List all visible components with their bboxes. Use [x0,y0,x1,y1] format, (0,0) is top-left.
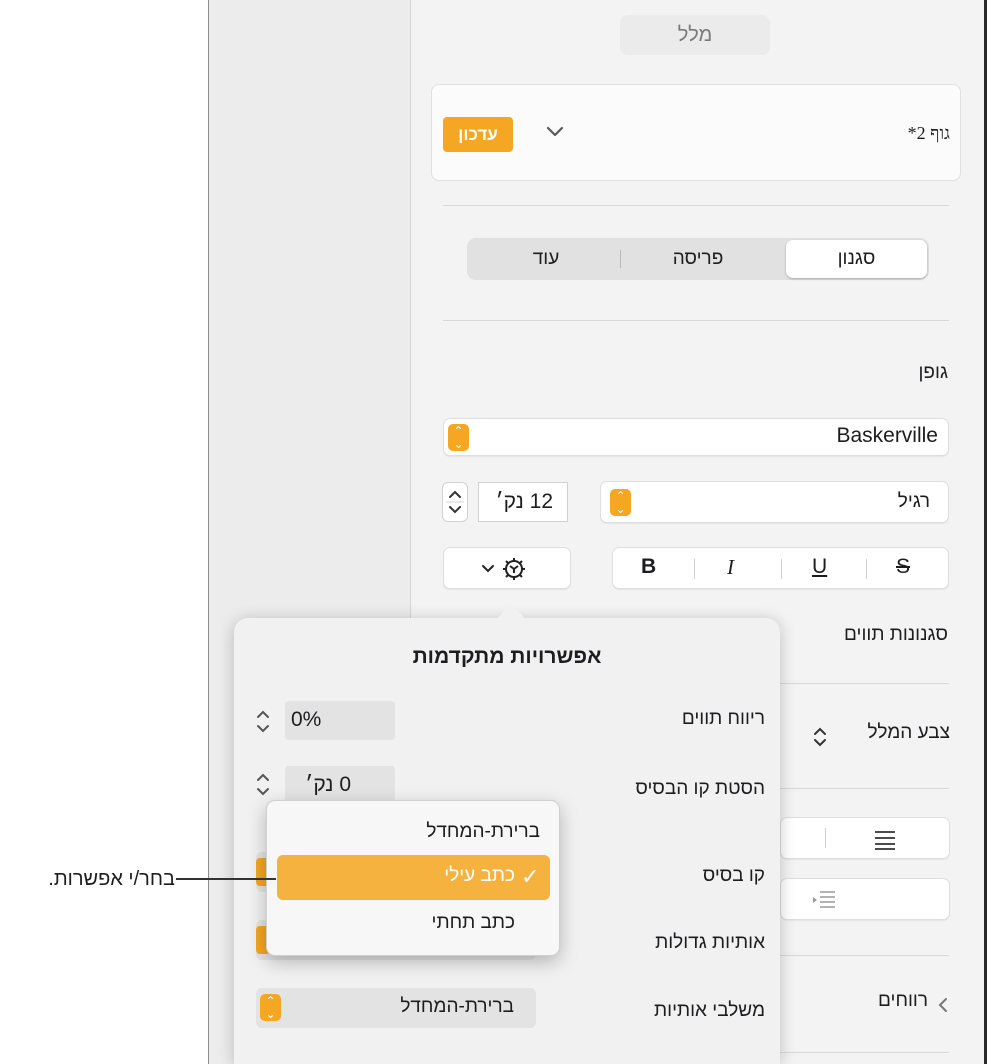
character-spacing-field[interactable]: 0% [285,701,395,740]
text-format-buttons: B I U S [612,547,949,589]
tab-layout[interactable]: פריסה [622,240,774,278]
text-color-row[interactable]: צבע המלל [810,722,950,752]
popup-arrows-icon: ⌃ ⌄ [448,424,469,451]
popup-arrows-icon: ⌃ ⌄ [610,489,631,516]
divider [780,1052,949,1053]
character-styles-label: סגנונות תווים [844,624,948,645]
baseline-shift-stepper[interactable] [254,770,272,802]
italic-button[interactable]: I [727,555,734,580]
ligatures-popup[interactable]: ⌃ ⌄ ברירת-המחדל [256,988,536,1028]
segment-separator [620,250,621,268]
baseline-label: קו בסיס [702,865,765,886]
popup-arrows-icon [814,727,826,747]
popover-title: אפשרויות מתקדמות [412,645,602,668]
spacing-label: רווחים [878,990,928,1011]
menu-item-subscript[interactable]: כתב תחתי [290,912,515,934]
segmented-control: פריסה עוד סגנון [467,238,929,280]
baseline-shift-label: הסטת קו הבסיס [635,778,765,799]
typeface-value: רגיל [897,491,930,512]
underline-button[interactable]: U [812,555,827,579]
indent-buttons [780,878,950,920]
separator [866,559,867,579]
alignment-buttons [780,817,950,859]
divider [780,683,949,684]
gear-icon [482,558,525,580]
character-spacing-stepper[interactable] [254,707,272,739]
tab-text[interactable]: מלל [620,15,770,55]
ligatures-label: משלבי אותיות [654,1000,765,1021]
font-size-field[interactable]: 12 נק׳ [478,482,568,522]
advanced-options-button[interactable] [443,547,571,589]
indent-icon[interactable] [811,889,837,911]
callout-text: בחר/י אפשרות. [48,868,175,890]
paragraph-style-name: גוף 2* [907,123,950,143]
font-family-value: Baskerville [836,424,938,447]
menu-item-default[interactable]: ברירת-המחדל [290,821,540,843]
font-family-popup[interactable]: ⌃ ⌄ Baskerville [443,418,949,456]
strikethrough-button[interactable]: S [896,555,910,579]
update-style-button[interactable]: עדכון [443,117,513,152]
divider [443,320,949,321]
tab-style[interactable]: סגנון [786,240,927,278]
checkmark-icon: ✓ [521,864,540,889]
popover-arrow [497,603,525,619]
justify-icon[interactable] [873,827,897,851]
font-section-title: גופן [918,362,949,383]
chevron-down-icon[interactable] [540,117,570,147]
typeface-popup[interactable]: ⌃ ⌄ רגיל [600,481,949,523]
spacing-disclosure[interactable]: רווחים [850,990,950,1020]
tab-more[interactable]: עוד [470,240,622,278]
chevron-left-icon [938,998,947,1012]
separator [694,559,695,579]
divider [780,788,949,789]
menu-item-superscript-label: כתב עילי [444,865,515,886]
bold-button[interactable]: B [641,555,656,579]
text-color-label: צבע המלל [867,722,950,743]
font-size-stepper[interactable] [442,482,468,522]
divider [443,205,949,206]
capitalization-label: אותיות גדולות [655,932,765,953]
popup-arrows-icon: ⌃ ⌄ [260,994,281,1021]
character-spacing-label: ריווח תווים [681,708,765,729]
callout-line [176,878,276,880]
separator [825,828,826,848]
divider [780,955,949,956]
ligatures-value: ברירת-המחדל [400,996,514,1017]
separator [781,559,782,579]
